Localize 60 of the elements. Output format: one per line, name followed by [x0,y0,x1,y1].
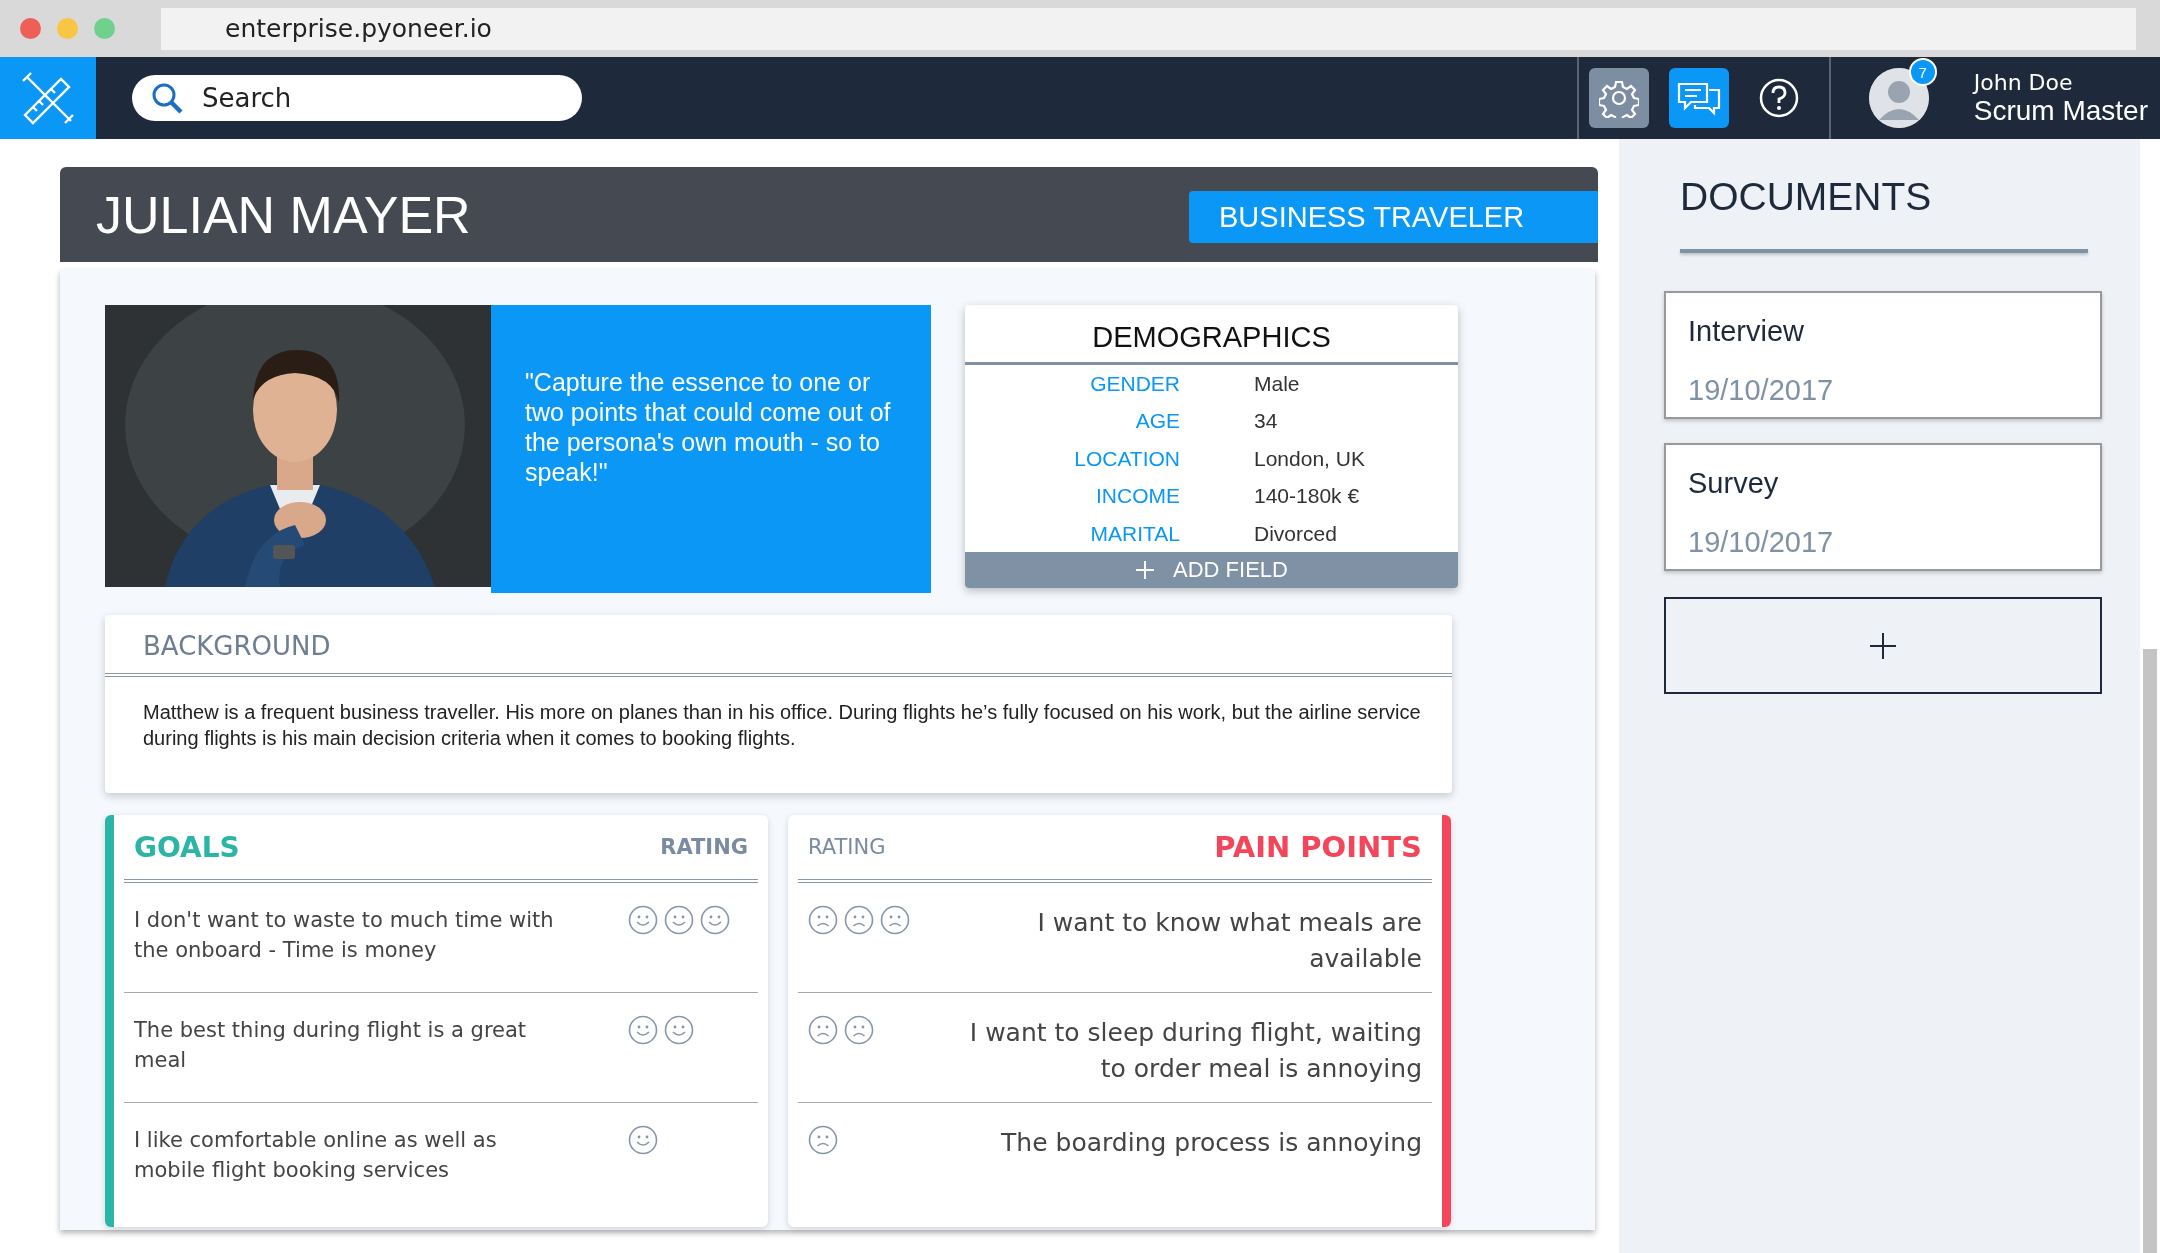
smiley-icon [628,1125,658,1155]
sad-face-icon [844,1015,874,1045]
pain-point-text: I want to sleep during flight, waiting to order meal is annoying [968,1017,1422,1086]
field-label: INCOME [1095,484,1180,509]
add-document-button[interactable] [1664,597,2102,694]
sad-face-icon [808,905,838,935]
smiley-icon [628,1015,658,1045]
document-card[interactable]: Interview 19/10/2017 [1664,291,2102,419]
pain-points-title: PAIN POINTS [1214,830,1422,864]
field-value: 140-180k € [1254,484,1361,509]
field-value: Male [1254,371,1301,396]
plus-icon [1135,560,1156,581]
persona-name: JULIAN MAYER [96,184,471,245]
background-title: BACKGROUND [105,615,1452,677]
settings-button[interactable] [1588,68,1649,128]
smiley-icon [664,1015,694,1045]
field-label: LOCATION [1073,446,1180,471]
goals-title: GOALS [134,830,240,864]
pain-point-text: The boarding process is annoying [1000,1127,1422,1159]
messages-button[interactable] [1668,68,1729,128]
settings-icon [1598,78,1639,118]
avatar-icon[interactable] [1868,68,1929,128]
notification-badge: 7 [1908,58,1937,86]
document-name: Survey [1688,467,1780,500]
user-role: Scrum Master [1973,94,2148,127]
background-text: Matthew is a frequent business traveller. His more on planes than in his office. During flights he’s fully focused on his work, but the airline service during flights is his main decision criteria when it comes to booking flights. [142,700,1422,751]
field-label: MARITAL [1089,521,1180,546]
sad-face-icon [808,1015,838,1045]
smiley-icon [700,905,730,935]
field-label: AGE [1134,409,1180,434]
search-input[interactable]: Search [200,82,544,114]
goal-text: The best thing during flight is a great meal [134,1017,528,1075]
field-value: Divorced [1254,521,1338,546]
document-date: 19/10/2017 [1688,374,1835,407]
sad-face-icon [844,905,874,935]
search-icon [150,81,184,115]
sad-face-icon [880,905,910,935]
document-date: 19/10/2017 [1688,526,1835,559]
address-bar[interactable]: enterprise.pyoneer.io [161,7,2136,50]
quote-text: "Capture the essence to one or two points that could come out of the persona's own mouth - so to speak!" [491,305,931,593]
goal-text: I like comfortable online as well as mobile flight booking services [134,1127,498,1185]
goal-text: I don't want to waste to much time with the onboard - Time is money [134,907,555,965]
smiley-icon [628,905,658,935]
user-name: John Doe [1973,69,2074,95]
sad-face-icon [808,1125,838,1155]
plus-icon [1869,631,1897,660]
logo-icon[interactable] [0,57,96,139]
rating-label: RATING [808,835,886,859]
document-card[interactable]: Survey 19/10/2017 [1664,443,2102,571]
documents-title: DOCUMENTS [1680,175,1933,219]
demographics-title: DEMOGRAPHICS [965,305,1458,365]
help-icon [1757,77,1800,119]
document-name: Interview [1688,315,1806,348]
field-value: London, UK [1254,446,1366,471]
pain-point-text: I want to know what meals are available [1036,907,1422,976]
search-field[interactable]: Search [132,75,582,121]
smiley-icon [664,905,694,935]
field-label: GENDER [1089,371,1180,396]
field-value: 34 [1254,409,1279,434]
rating-label: RATING [660,835,748,859]
